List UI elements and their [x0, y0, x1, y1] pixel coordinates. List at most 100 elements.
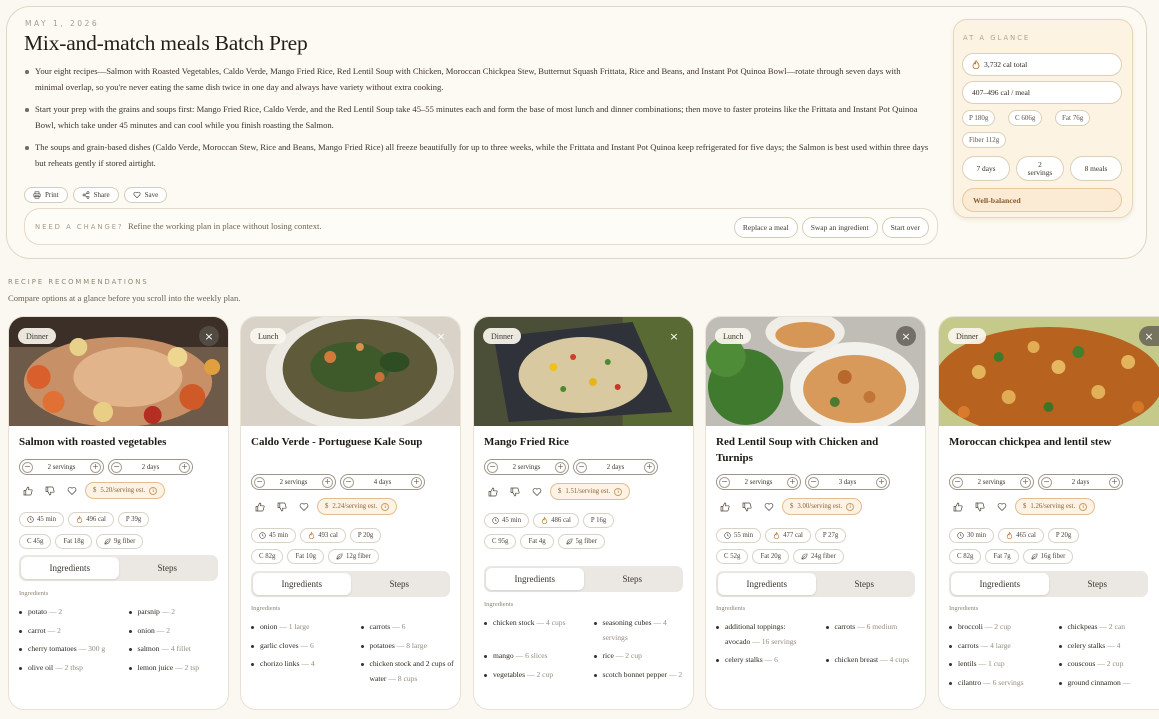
price-badge[interactable]: $5.20/serving est. i — [85, 482, 166, 499]
increment-button[interactable]: + — [876, 476, 887, 488]
decrement-button[interactable]: − — [719, 476, 730, 488]
dollar-icon: $ — [1023, 503, 1027, 510]
save-button[interactable]: Save — [123, 187, 168, 203]
decrement-button[interactable]: − — [576, 461, 587, 473]
favorite-button[interactable] — [63, 483, 81, 499]
price-badge[interactable]: $2.24/serving est. i — [317, 498, 398, 515]
ingredient-item: carrots — 4 large — [949, 639, 1045, 654]
share-button[interactable]: Share — [72, 187, 119, 203]
increment-button[interactable]: + — [321, 476, 333, 488]
recipe-card: Lunch × Caldo Verde - Portuguese Kale So… — [240, 316, 461, 710]
meal-type-tag: Lunch — [250, 328, 287, 344]
increment-button[interactable]: + — [179, 461, 190, 473]
tab-steps[interactable]: Steps — [584, 568, 682, 590]
days-stepper: − 2 days + — [108, 459, 193, 475]
decrement-button[interactable]: − — [487, 461, 498, 473]
increment-button[interactable]: + — [1019, 476, 1031, 488]
start-over-button[interactable]: Start over — [881, 217, 929, 238]
decrement-button[interactable]: − — [808, 476, 819, 488]
dollar-icon: $ — [93, 487, 97, 494]
favorite-button[interactable] — [295, 499, 313, 515]
remove-recipe-button[interactable]: × — [896, 326, 916, 346]
tab-ingredients[interactable]: Ingredients — [486, 568, 584, 590]
thumbs-down-button[interactable] — [273, 499, 291, 515]
print-button[interactable]: Print — [24, 187, 68, 203]
remove-recipe-button[interactable]: × — [1139, 326, 1159, 346]
remove-recipe-button[interactable]: × — [431, 326, 451, 346]
thumbs-down-button[interactable] — [506, 484, 524, 500]
calorie-value: 493 cal — [318, 532, 338, 539]
ingredient-item: parsnip — 2 — [128, 605, 225, 620]
stats-row: 45 min 493 cal P 20g — [251, 528, 382, 543]
ingredient-item: mango — 6 slices — [484, 649, 580, 664]
macros-row: C 82g Fat 10g 12g fiber — [251, 549, 379, 564]
swap-ingredient-button[interactable]: Swap an ingredient — [801, 217, 878, 238]
decrement-button[interactable]: − — [343, 476, 354, 488]
thumbs-down-button[interactable] — [971, 499, 989, 515]
thumbs-down-button[interactable] — [738, 499, 756, 515]
favorite-button[interactable] — [760, 499, 778, 515]
fat-chip: Fat 10g — [287, 549, 325, 564]
days-stepper: − 2 days + — [1038, 474, 1123, 490]
thumbs-up-button[interactable] — [716, 499, 734, 515]
servings-days-row: − 2 servings + − 2 days + — [949, 474, 1123, 490]
ingredient-item: garlic cloves — 6 — [251, 639, 347, 654]
thumbs-up-button[interactable] — [251, 499, 269, 515]
decrement-button[interactable]: − — [952, 476, 963, 488]
favorite-button[interactable] — [993, 499, 1011, 515]
calorie-chip: 496 cal — [68, 512, 114, 527]
summary-bullet: Your eight recipes—Salmon with Roasted V… — [25, 64, 930, 95]
increment-button[interactable]: + — [89, 461, 101, 473]
tab-steps[interactable]: Steps — [816, 573, 914, 595]
price-value: 5.20/serving est. — [100, 487, 146, 494]
decrement-button[interactable]: − — [254, 476, 265, 488]
increment-button[interactable]: + — [1109, 476, 1120, 488]
tab-steps[interactable]: Steps — [351, 573, 449, 595]
price-badge[interactable]: $1.26/serving est. i — [1015, 498, 1096, 515]
tab-steps[interactable]: Steps — [119, 557, 217, 579]
remove-recipe-button[interactable]: × — [199, 326, 219, 346]
calorie-value: 465 cal — [1016, 532, 1036, 539]
thumbs-up-button[interactable] — [949, 499, 967, 515]
decrement-button[interactable]: − — [22, 461, 33, 473]
heart-icon — [764, 502, 774, 511]
carbs-chip: C 45g — [19, 534, 52, 549]
ingredient-item: rice — 2 cup — [593, 649, 690, 664]
thumbs-up-button[interactable] — [484, 484, 502, 500]
calorie-chip: 486 cal — [533, 513, 579, 528]
recipe-tabs: Ingredients Steps — [251, 571, 450, 597]
protein-badge: P 180g — [962, 110, 996, 126]
price-badge[interactable]: $3.00/serving est. i — [782, 498, 863, 515]
at-a-glance-panel: AT A GLANCE 3,732 cal total 407–496 cal … — [953, 19, 1133, 218]
tab-ingredients[interactable]: Ingredients — [253, 573, 351, 595]
servings-days-row: − 2 servings + − 3 days + — [716, 474, 890, 490]
thumbs-down-button[interactable] — [41, 483, 59, 499]
favorite-button[interactable] — [528, 484, 546, 500]
tab-ingredients[interactable]: Ingredients — [951, 573, 1049, 595]
increment-button[interactable]: + — [411, 476, 422, 488]
protein-chip: P 39g — [117, 512, 150, 527]
fiber-chip: 12g fiber — [328, 549, 379, 564]
fiber-chip: 9g fiber — [96, 534, 144, 549]
tab-steps[interactable]: Steps — [1049, 573, 1147, 595]
tab-ingredients[interactable]: Ingredients — [718, 573, 816, 595]
meals-stat: 8 meals — [1070, 156, 1122, 181]
price-badge[interactable]: $1.51/serving est. i — [550, 483, 631, 500]
ingredients-list: onion — 1 large carrots — 6 garlic clove… — [251, 620, 456, 686]
increment-button[interactable]: + — [644, 461, 655, 473]
tab-ingredients[interactable]: Ingredients — [21, 557, 119, 579]
recipe-tabs: Ingredients Steps — [716, 571, 915, 597]
servings-value: 2 servings — [47, 463, 76, 471]
decrement-button[interactable]: − — [111, 461, 122, 473]
decrement-button[interactable]: − — [1041, 476, 1052, 488]
flame-icon — [76, 516, 83, 523]
thumbs-up-icon — [255, 502, 265, 511]
ingredients-label: Ingredients — [949, 605, 979, 612]
replace-meal-button[interactable]: Replace a meal — [733, 217, 798, 238]
increment-button[interactable]: + — [786, 476, 798, 488]
servings-days-row: − 2 servings + − 4 days + — [251, 474, 425, 490]
remove-recipe-button[interactable]: × — [664, 326, 684, 346]
increment-button[interactable]: + — [554, 461, 566, 473]
close-icon: × — [436, 329, 446, 343]
thumbs-up-button[interactable] — [19, 483, 37, 499]
